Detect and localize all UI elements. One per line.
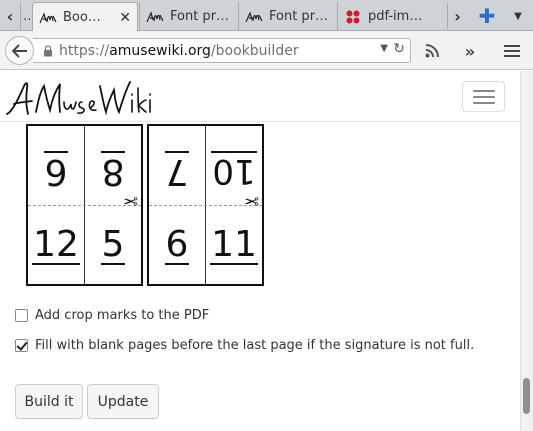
page-number: 6: [43, 151, 69, 192]
crop-marks-label: Add crop marks to the PDF: [35, 308, 210, 323]
page-number: 11: [210, 224, 258, 265]
navigation-toolbar: https://amusewiki.org/bookbuilder ▼ ↻ »: [0, 31, 533, 70]
tab-title: Font pr…: [170, 9, 230, 24]
new-tab-plus-icon[interactable]: ✚: [476, 3, 498, 29]
amusewiki-icon: [39, 11, 57, 25]
page-number: 5: [100, 224, 126, 265]
red-dots-icon: [344, 10, 362, 24]
page-number: 8: [100, 151, 126, 192]
page-number: 7: [164, 151, 190, 192]
update-button[interactable]: Update: [87, 384, 159, 419]
close-icon[interactable]: ✕: [113, 10, 131, 26]
tab-title: Font pr…: [269, 9, 329, 24]
amusewiki-icon: [245, 10, 263, 24]
tab-title: …: [23, 9, 30, 24]
tab-scroll-right-icon[interactable]: ›: [447, 3, 467, 29]
build-it-button[interactable]: Build it: [15, 384, 83, 419]
rss-icon[interactable]: [421, 40, 443, 62]
hamburger-bar: [472, 89, 495, 92]
tab-font-preview-2[interactable]: Font pr…: [238, 2, 337, 31]
tab-scroll-left-icon[interactable]: ‹: [0, 3, 20, 29]
back-button[interactable]: [5, 36, 34, 65]
url-path: /bookbuilder: [210, 42, 299, 59]
blank-pages-label: Fill with blank pages before the last pa…: [35, 338, 475, 353]
hamburger-bar: [472, 95, 495, 98]
site-header: [0, 71, 520, 122]
tab-font-preview-1[interactable]: Font pr…: [139, 2, 238, 31]
tab-pdf-imposition[interactable]: pdf-im…: [337, 2, 445, 31]
hamburger-bar: [472, 101, 495, 104]
tab-partial[interactable]: …: [20, 2, 32, 31]
imposition-sheet-1: 6 8 12 5 ✂: [26, 124, 143, 286]
url-bar[interactable]: https://amusewiki.org/bookbuilder ▼ ↻: [33, 38, 411, 63]
vertical-scrollbar[interactable]: [520, 71, 533, 431]
page-content: 6 8 12 5 ✂ 7 10 6 11 ✂ Add crop marks to…: [0, 71, 520, 431]
site-menu-toggle-button[interactable]: [462, 81, 505, 112]
url-history-chevron-down-icon[interactable]: ▼: [380, 43, 388, 54]
amusewiki-logo[interactable]: [4, 74, 154, 118]
tab-title: Boo…: [63, 10, 101, 25]
amusewiki-icon: [146, 10, 164, 24]
crop-marks-option[interactable]: Add crop marks to the PDF: [15, 308, 209, 323]
page-number: 6: [164, 224, 190, 265]
scissors-icon: ✂: [243, 192, 259, 213]
url-host: amusewiki.org: [109, 42, 211, 59]
url-text: https://amusewiki.org/bookbuilder: [59, 43, 299, 59]
overflow-chevron-icon[interactable]: »: [459, 40, 481, 62]
scissors-icon: ✂: [122, 192, 138, 213]
blank-pages-checkbox[interactable]: [15, 339, 28, 352]
page-number: 10: [211, 151, 257, 191]
crop-marks-checkbox[interactable]: [15, 309, 28, 322]
back-arrow-icon: [11, 43, 27, 58]
tab-list-chevron-down-icon[interactable]: ▼: [508, 3, 528, 29]
tab-bookbuilder[interactable]: Boo… ✕: [32, 2, 138, 32]
scrollbar-thumb[interactable]: [523, 378, 530, 414]
lock-icon: [44, 44, 52, 56]
page-number: 12: [32, 224, 80, 265]
imposition-sheet-2: 7 10 6 11 ✂: [147, 124, 264, 286]
tab-strip: ‹ … Boo… ✕ Font pr… Font pr… pdf-im… › ✚…: [0, 0, 533, 32]
url-scheme: https://: [59, 42, 110, 59]
reload-icon[interactable]: ↻: [393, 41, 405, 57]
blank-pages-option[interactable]: Fill with blank pages before the last pa…: [15, 338, 474, 353]
menu-icon[interactable]: [501, 40, 523, 62]
tab-title: pdf-im…: [368, 9, 423, 24]
